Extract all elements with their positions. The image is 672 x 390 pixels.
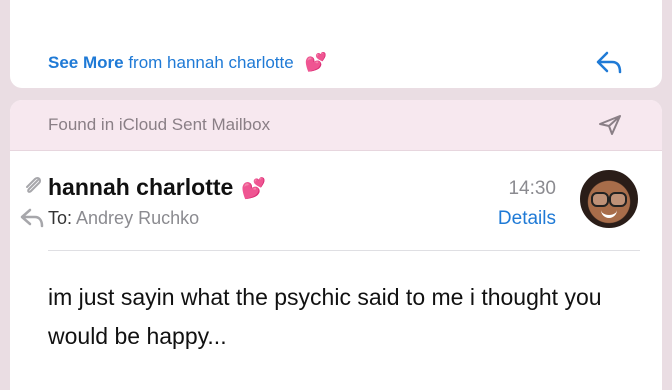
replied-indicator-icon (20, 208, 44, 228)
avatar-smile (601, 207, 617, 218)
see-more-label[interactable]: See More (48, 53, 124, 72)
email-card: Found in iCloud Sent Mailbox hannah char… (10, 100, 662, 390)
found-in-mailbox-bar: Found in iCloud Sent Mailbox (10, 100, 662, 151)
avatar-glasses-left (591, 192, 609, 207)
sender-avatar[interactable] (578, 168, 640, 230)
sender-name-text: hannah charlotte (48, 174, 234, 200)
see-more-from-label[interactable]: from hannah charlotte (128, 53, 293, 72)
message-time: 14:30 (508, 178, 556, 199)
heart-emoji-icon: 💕 (304, 52, 327, 72)
heart-emoji-icon: 💕 (241, 178, 267, 200)
avatar-glasses-right (609, 192, 627, 207)
previous-message-card: See More from hannah charlotte 💕 (10, 0, 662, 88)
to-label: To: (48, 208, 73, 228)
recipient-name[interactable]: Andrey Ruchko (76, 208, 199, 228)
recipient-row: To: Andrey Ruchko (48, 208, 199, 229)
header-divider (48, 250, 640, 251)
email-body: im just sayin what the psychic said to m… (48, 284, 602, 349)
attachment-icon (26, 176, 42, 193)
details-button[interactable]: Details (498, 208, 556, 230)
sent-mailbox-icon (599, 115, 621, 135)
reply-icon[interactable] (594, 50, 624, 76)
found-in-mailbox-label: Found in iCloud Sent Mailbox (48, 115, 271, 134)
sender-name: hannah charlotte 💕 (48, 174, 266, 201)
see-more-link[interactable]: See More from hannah charlotte 💕 (48, 52, 327, 73)
